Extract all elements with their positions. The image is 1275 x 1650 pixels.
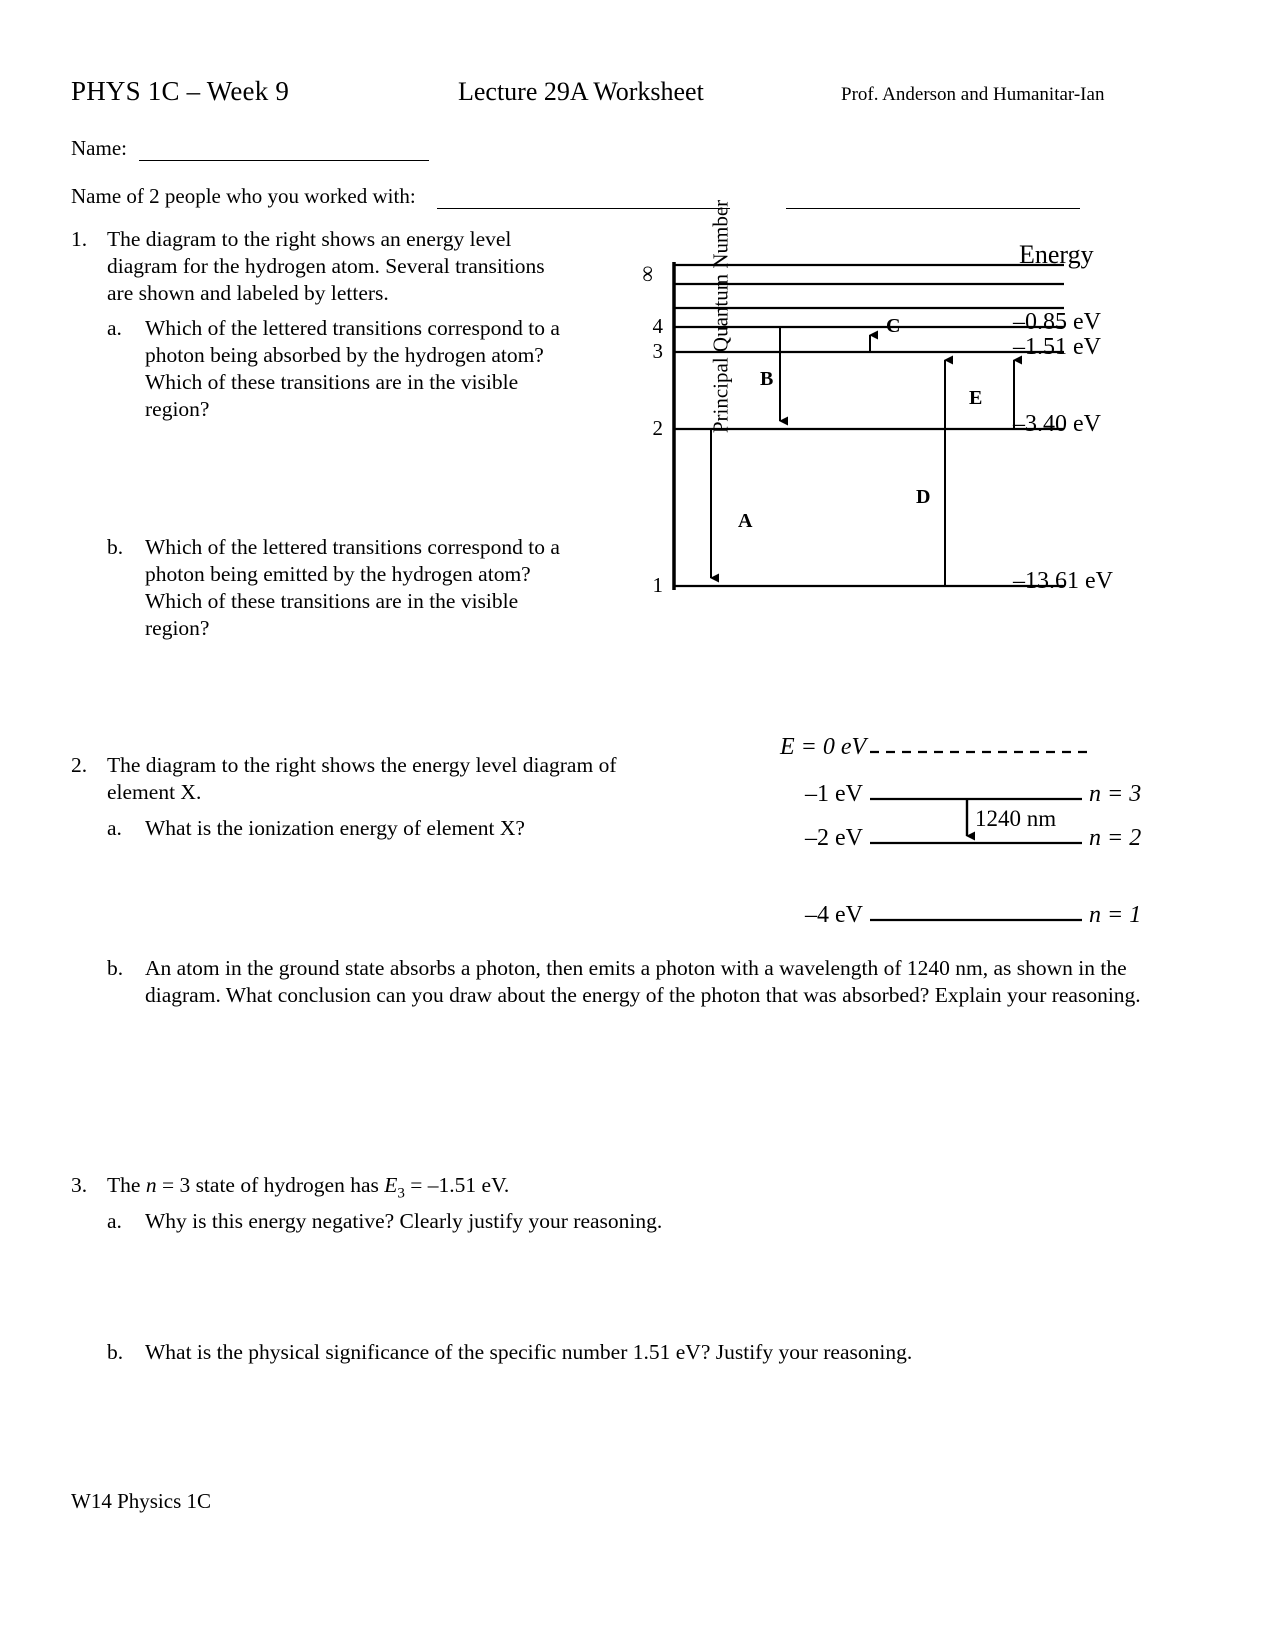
q3-stem-post: = –1.51 eV.: [404, 1173, 510, 1197]
q3-stem-sub: 3: [397, 1185, 405, 1202]
q2-energy-label-n1: –4 eV: [805, 902, 863, 928]
partner-1-input-line[interactable]: [437, 208, 730, 209]
q3-stem-n: n: [145, 1173, 157, 1197]
q2-level-label-n2: n = 2: [1089, 825, 1142, 851]
question-2-number: 2.: [71, 753, 88, 777]
q2-energy-label-n3: –1 eV: [805, 781, 863, 807]
question-2-stem: The diagram to the right shows the energ…: [107, 753, 617, 804]
element-x-energy-level-diagram: E = 0 eV –1 eV –2 eV –4 eV n = 3 n = 2 n…: [760, 730, 1160, 970]
hydrogen-energy-level-diagram: Principal Quantum Number ∞ 4 3 2 1 Energ…: [600, 200, 1175, 622]
q2-zero-energy-label: E = 0 eV: [780, 734, 867, 760]
footer-text: W14 Physics 1C: [71, 1489, 212, 1513]
transition-label-d: D: [916, 486, 931, 508]
question-1b-text: Which of the lettered transitions corres…: [145, 535, 560, 640]
question-3-number: 3.: [71, 1173, 88, 1197]
question-1a-text: Which of the lettered transitions corres…: [145, 316, 560, 421]
question-3a-text: Why is this energy negative? Clearly jus…: [145, 1209, 663, 1233]
question-2b-letter: b.: [107, 956, 124, 980]
name-input-line[interactable]: [139, 160, 429, 161]
n-tick-1: 1: [652, 573, 664, 597]
page-title: Lecture 29A Worksheet: [458, 77, 704, 106]
q2-level-label-n3: n = 3: [1089, 781, 1142, 807]
course-heading: PHYS 1C – Week 9: [71, 76, 290, 106]
transition-label-e: E: [969, 387, 983, 409]
instructor-names: Prof. Anderson and Humanitar-Ian: [841, 84, 1105, 105]
energy-label-13-61: –13.61 eV: [1013, 568, 1113, 594]
question-1b-letter: b.: [107, 535, 124, 559]
q2-energy-label-n2: –2 eV: [805, 825, 863, 851]
energy-label-0-85: –0.85 eV: [1013, 309, 1101, 335]
question-3-stem: The n = 3 state of hydrogen has E3 = –1.…: [107, 1172, 509, 1207]
name-label: Name:: [71, 136, 127, 160]
partner-2-input-line[interactable]: [786, 208, 1080, 209]
n-tick-3: 3: [652, 339, 664, 363]
question-3b-letter: b.: [107, 1340, 124, 1364]
n-tick-infinity: ∞: [636, 265, 661, 282]
question-3a-letter: a.: [107, 1209, 122, 1233]
question-1-stem: The diagram to the right shows an energy…: [107, 227, 545, 305]
q3-stem-pre: The: [107, 1173, 146, 1197]
q3-stem-mid: = 3 state of hydrogen has: [156, 1173, 385, 1197]
transition-label-a: A: [738, 510, 753, 532]
energy-label-1-51: –1.51 eV: [1013, 334, 1101, 360]
n-tick-4: 4: [652, 314, 664, 338]
worksheet-page: PHYS 1C – Week 9 Lecture 29A Worksheet P…: [0, 0, 1275, 1650]
energy-axis-label: Energy: [1019, 240, 1094, 269]
q2-level-label-n1: n = 1: [1089, 902, 1142, 928]
question-2a-letter: a.: [107, 816, 122, 840]
partners-label: Name of 2 people who you worked with:: [71, 184, 416, 208]
n-tick-2: 2: [652, 416, 664, 440]
transition-label-c: C: [886, 315, 901, 337]
q2-wavelength-label: 1240 nm: [975, 806, 1057, 831]
q3-stem-e: E: [384, 1173, 398, 1197]
transition-label-b: B: [760, 368, 774, 390]
question-3b-text: What is the physical significance of the…: [145, 1340, 913, 1364]
question-1-number: 1.: [71, 227, 88, 251]
energy-label-3-40: –3.40 eV: [1013, 411, 1101, 437]
question-1a-letter: a.: [107, 316, 122, 340]
question-2a-text: What is the ionization energy of element…: [145, 816, 525, 840]
